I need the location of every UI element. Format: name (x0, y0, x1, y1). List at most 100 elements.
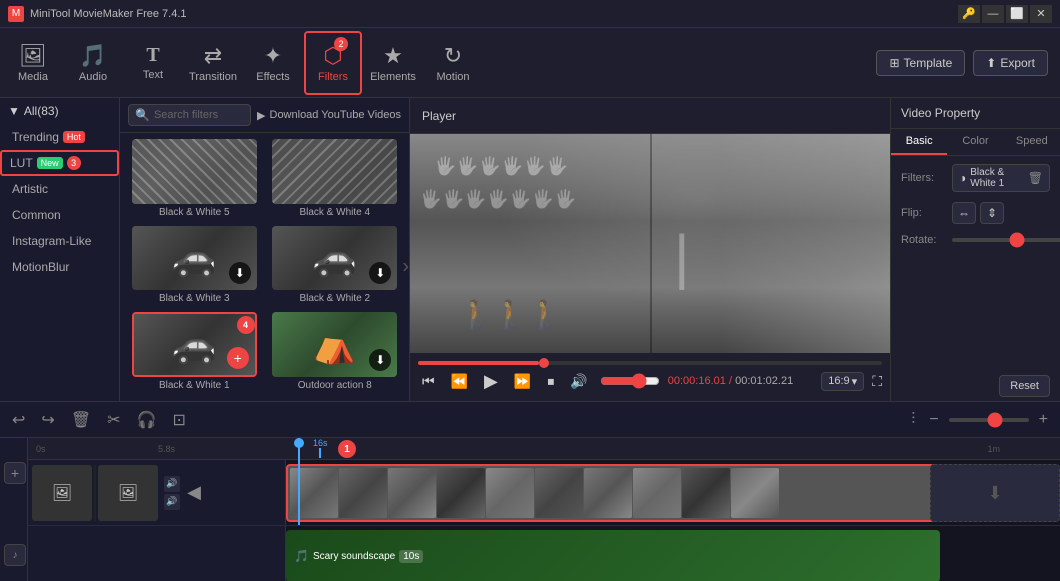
clip-frames (288, 466, 998, 520)
toolbar-filters[interactable]: ⬡ Filters 2 (304, 31, 362, 95)
filter-bw1[interactable]: New + Black & White 1 4 (126, 312, 263, 395)
add-video-track-button[interactable]: + (4, 462, 26, 484)
tab-speed[interactable]: Speed (1004, 129, 1060, 155)
flip-horizontal-button[interactable]: ⇔ (952, 202, 976, 224)
trending-label: Trending (12, 130, 59, 144)
step-1-badge: 1 (338, 440, 356, 458)
search-box[interactable]: 🔍 Search filters (128, 104, 251, 126)
toolbar-motion[interactable]: ↻ Motion (424, 31, 482, 95)
current-time: 00:00:16.01 (668, 375, 726, 387)
stop-button[interactable]: ⏹ (543, 371, 558, 392)
reset-button[interactable]: Reset (999, 375, 1050, 397)
ruler-mark-0s: 0s (36, 444, 46, 454)
cut-button[interactable]: ✂ (103, 408, 124, 432)
elements-label: Elements (370, 71, 416, 83)
progress-bar[interactable] (418, 361, 882, 365)
sidebar-item-motionblur[interactable]: MotionBlur (0, 254, 119, 280)
sidebar-item-instagram[interactable]: Instagram-Like (0, 228, 119, 254)
toolbar-elements[interactable]: ★ Elements (364, 31, 422, 95)
rotate-label: Rotate: (901, 234, 946, 246)
tab-basic[interactable]: Basic (891, 129, 947, 155)
filter-bw4-label: Black & White 4 (299, 207, 370, 222)
step-back-button[interactable]: ⏪ (447, 371, 472, 392)
audio-mute-button-2[interactable]: 🔊 (164, 494, 180, 510)
play-button[interactable]: ▶ (480, 369, 502, 394)
empty-track-slot: ⬇ (930, 464, 1060, 522)
toolbar-transition[interactable]: ⇄ Transition (184, 31, 242, 95)
player-area: Player 🖐🖐🖐🖐🖐🖐 🖐🖐🖐🖐🖐🖐🖐 | 🚶🚶🚶 (410, 98, 890, 401)
player-title: Player (422, 109, 456, 123)
toolbar-audio[interactable]: 🎵 Audio (64, 31, 122, 95)
zoom-out-button[interactable]: − (925, 409, 942, 431)
filter-bw5-thumb (132, 139, 257, 204)
add-audio-track-button[interactable]: ♪ (4, 544, 26, 566)
close-button[interactable]: ✕ (1030, 5, 1052, 23)
clip-scroll-left-button[interactable]: ◀ (182, 481, 206, 505)
clip-frame-4 (437, 468, 485, 518)
sidebar-header: ▼ All(83) (0, 98, 119, 124)
step-forward-button[interactable]: ⏩ (510, 371, 535, 392)
restore-button[interactable]: ⬜ (1006, 5, 1028, 23)
sidebar-item-lut[interactable]: LUT New 3 (0, 150, 119, 176)
motionblur-label: MotionBlur (12, 260, 69, 274)
toolbar-effects[interactable]: ✦ Effects (244, 31, 302, 95)
sidebar-item-common[interactable]: Common (0, 202, 119, 228)
fullscreen-button[interactable]: ⛶ (872, 373, 882, 390)
video-property-title: Video Property (891, 98, 1060, 129)
title-bar-icon-pin[interactable]: 🔑 (958, 5, 980, 23)
lut-number-badge: 3 (67, 156, 81, 170)
template-label: Template (904, 56, 953, 70)
scroll-right-button[interactable]: › (402, 256, 409, 279)
redo-button[interactable]: ↪ (37, 408, 58, 432)
playhead-line-top (319, 448, 321, 458)
instagram-label: Instagram-Like (12, 234, 91, 248)
audio-track-content: 🎵 Scary soundscape 10s (286, 526, 1060, 581)
timeline-left-panel: + ♪ (0, 438, 28, 581)
filter-bw3[interactable]: New ⬇ Black & White 3 (126, 226, 263, 309)
sidebar-arrow-icon: ▼ (8, 104, 20, 118)
title-bar: M MiniTool MovieMaker Free 7.4.1 🔑 — ⬜ ✕ (0, 0, 1060, 28)
track-thumb-1: 🖼 (32, 465, 92, 521)
audio-mute-button-1[interactable]: 🔊 (164, 476, 180, 492)
download-youtube-button[interactable]: ▶ Download YouTube Videos (257, 109, 401, 122)
aspect-ratio-button[interactable]: 16:9 ▾ (821, 372, 864, 391)
export-button[interactable]: ⬆ Export (973, 50, 1048, 76)
sidebar-item-artistic[interactable]: Artistic (0, 176, 119, 202)
playhead-marker: 16s (313, 438, 328, 458)
undo-button[interactable]: ↩ (8, 408, 29, 432)
delete-filter-button[interactable]: 🗑 (1028, 171, 1043, 185)
filter-bw5[interactable]: Black & White 5 (126, 139, 263, 222)
main-content: ▼ All(83) Trending Hot LUT New 3 Artisti… (0, 98, 1060, 401)
timeline-right-controls: ⫶ − + (907, 409, 1052, 431)
audio-detach-button[interactable]: 🎧 (133, 408, 161, 432)
toolbar-media[interactable]: 🖼 Media (4, 31, 62, 95)
filter-outdoor8-label: Outdoor action 8 (298, 380, 372, 395)
track-thumb-2: 🖼 (98, 465, 158, 521)
rewind-button[interactable]: ⏮ (418, 371, 439, 392)
split-button[interactable]: ⫶ (907, 409, 919, 431)
zoom-slider[interactable] (949, 418, 1029, 422)
filter-bw4[interactable]: Black & White 4 (267, 139, 404, 222)
rotate-slider[interactable] (952, 238, 1060, 242)
flip-controls: ⇔ ⇕ (952, 202, 1004, 224)
player-controls: ⏮ ⏪ ▶ ⏩ ⏹ 🔊 00:00:16.01 / 00:01:02.21 16… (410, 353, 890, 401)
minimize-button[interactable]: — (982, 5, 1004, 23)
music-icon: 🎵 (294, 549, 309, 563)
toolbar-text[interactable]: T Text (124, 31, 182, 95)
audio-clip[interactable]: 🎵 Scary soundscape 10s (286, 530, 940, 581)
crop-button[interactable]: ⊡ (168, 408, 189, 432)
video-clip[interactable] (286, 464, 1000, 522)
template-button[interactable]: ⊞ Template (876, 50, 965, 76)
tab-color[interactable]: Color (947, 129, 1003, 155)
volume-button[interactable]: 🔊 (566, 371, 591, 392)
volume-slider[interactable] (600, 373, 660, 389)
sidebar-item-trending[interactable]: Trending Hot (0, 124, 119, 150)
add-filter-bw1-button[interactable]: + (227, 347, 249, 369)
zoom-in-button[interactable]: + (1035, 409, 1052, 431)
main-toolbar: 🖼 Media 🎵 Audio T Text ⇄ Transition ✦ Ef… (0, 28, 1060, 98)
filter-bw2[interactable]: ⬇ Black & White 2 (267, 226, 404, 309)
delete-button[interactable]: 🗑 (67, 408, 95, 432)
flip-vertical-button[interactable]: ⇕ (980, 202, 1004, 224)
video-scene: 🖐🖐🖐🖐🖐🖐 🖐🖐🖐🖐🖐🖐🖐 | 🚶🚶🚶 (410, 134, 890, 353)
filter-outdoor8[interactable]: New ⬇ Outdoor action 8 (267, 312, 404, 395)
